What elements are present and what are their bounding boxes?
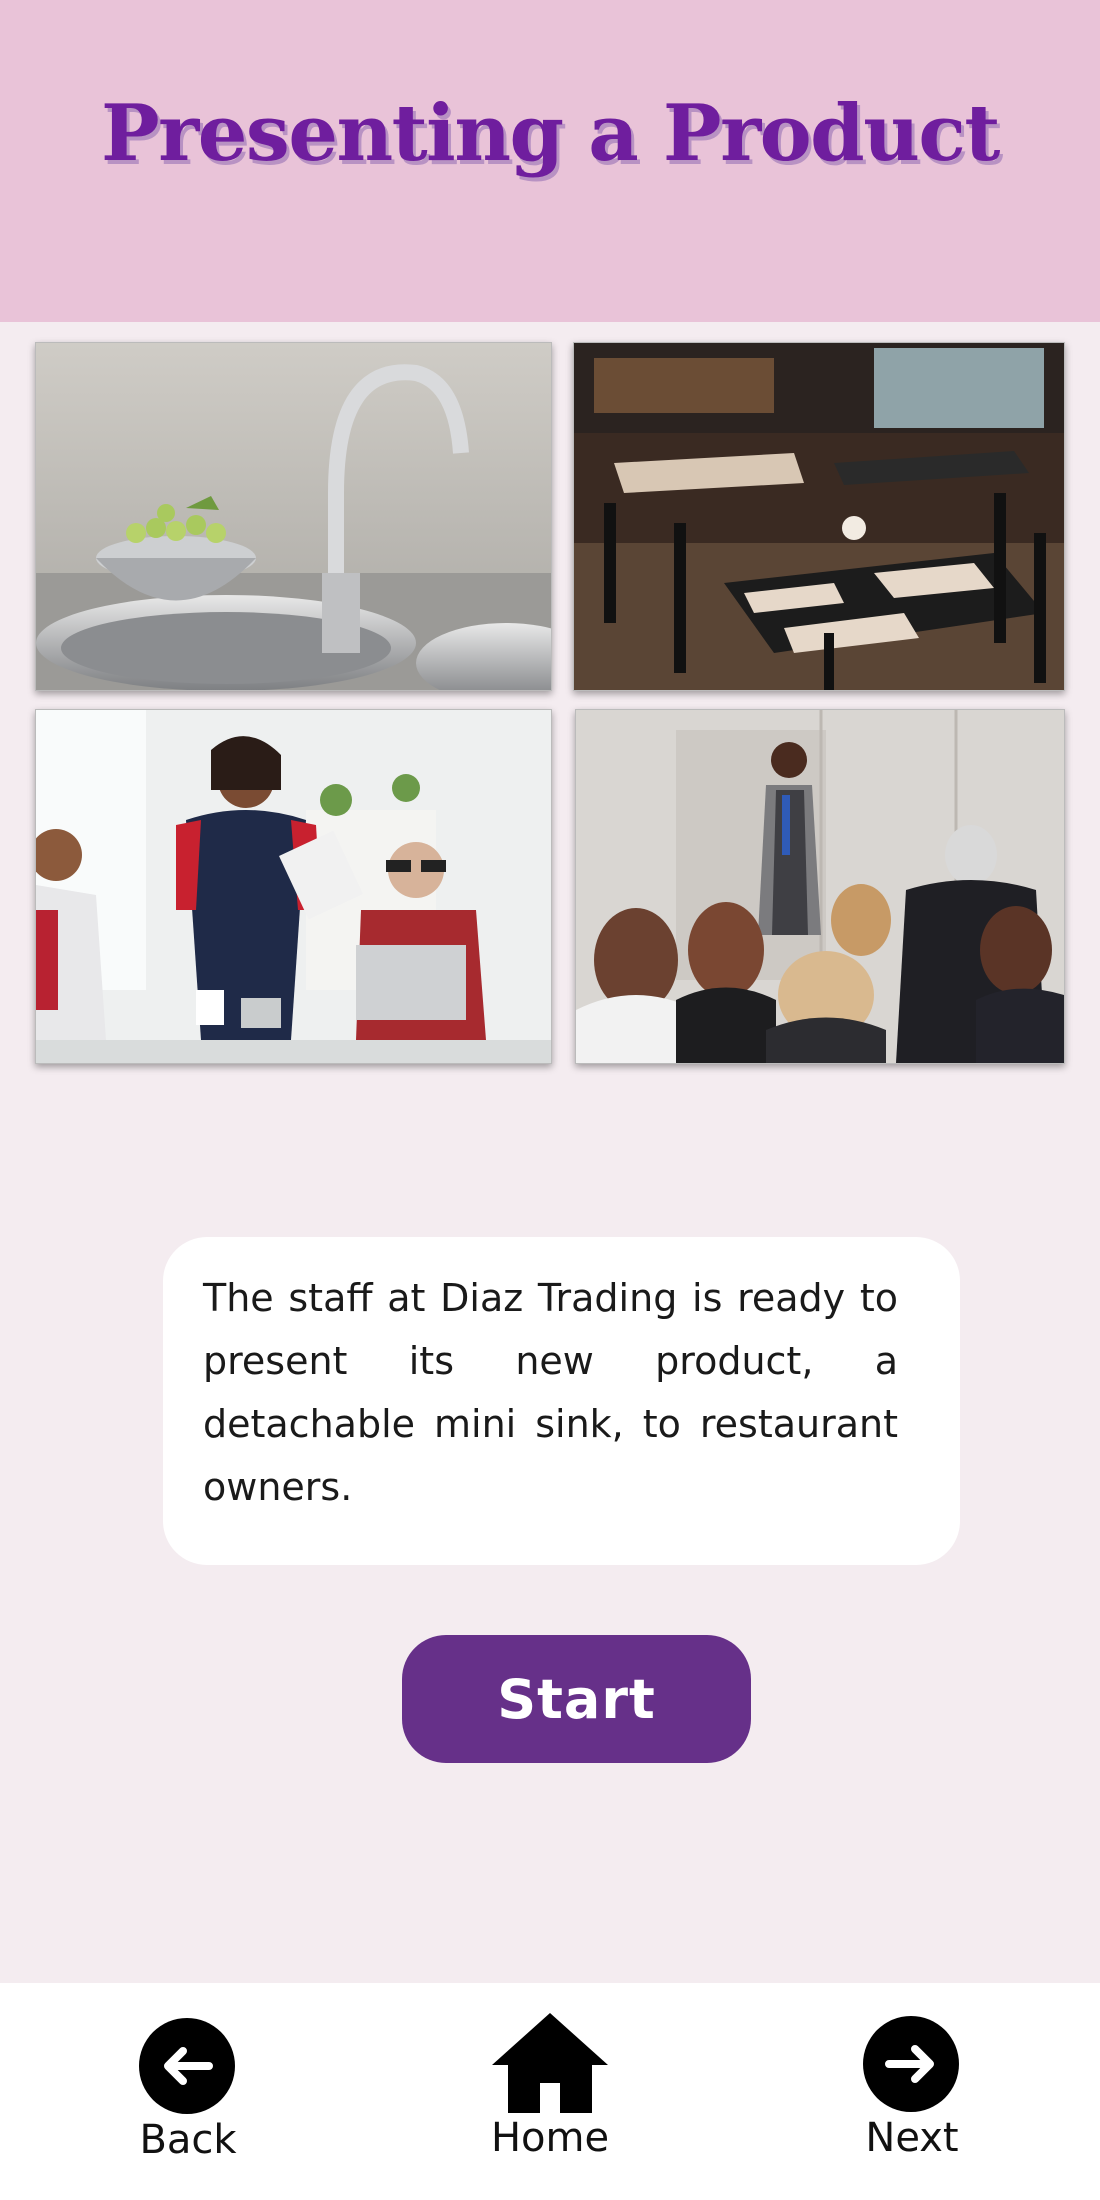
home-button[interactable]: Home (430, 1983, 670, 2200)
home-label: Home (490, 2115, 610, 2161)
arrow-left-icon[interactable] (139, 2018, 235, 2114)
back-label: Back (139, 2117, 237, 2163)
description-card: The staff at Diaz Trading is ready to pr… (163, 1237, 960, 1565)
header-banner: Presenting a Product (0, 0, 1100, 322)
start-button[interactable]: Start (402, 1635, 751, 1763)
description-text: The staff at Diaz Trading is ready to pr… (203, 1276, 898, 1509)
home-icon[interactable] (492, 2013, 608, 2113)
restaurant-interior-photo (573, 342, 1065, 691)
audience-presentation-photo (575, 709, 1065, 1064)
next-button[interactable]: Next (792, 1983, 1032, 2200)
office-meeting-photo (35, 709, 552, 1064)
page-title: Presenting a Product (101, 88, 1000, 179)
kitchen-sink-photo (35, 342, 552, 691)
bottom-navigation: Back Home Next (0, 1983, 1100, 2200)
arrow-right-icon[interactable] (863, 2016, 959, 2112)
next-label: Next (865, 2115, 959, 2161)
back-button[interactable]: Back (68, 1983, 308, 2200)
